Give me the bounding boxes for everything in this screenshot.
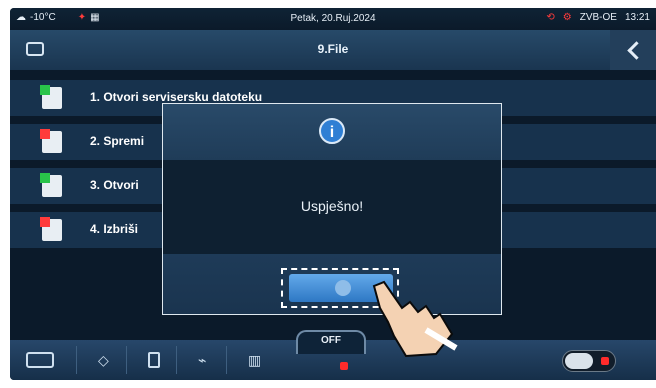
back-button[interactable] — [610, 30, 656, 70]
title-bar: 9.File — [10, 30, 656, 70]
divider — [226, 346, 227, 374]
dialog-message-area: Uspješno! — [163, 160, 501, 254]
device-screen: ☁ -10°C ✦ ▦ Petak, 20.Ruj.2024 ⟲ ⚙ ZVB-O… — [10, 8, 656, 380]
dialog-header: i — [163, 104, 501, 160]
menu-item-label: 3. Otvori — [90, 178, 139, 192]
menu-item-label: 4. Izbriši — [90, 222, 139, 236]
stop-indicator — [340, 362, 348, 370]
dialog-message: Uspješno! — [300, 198, 364, 214]
device-icon: ⚙ — [562, 12, 572, 23]
home-icon[interactable] — [26, 352, 54, 368]
file-delete-red-icon — [40, 217, 62, 241]
menu-item-label: 2. Spremi — [90, 134, 145, 148]
toggle-knob — [565, 353, 593, 369]
status-time: 13:21 — [624, 12, 650, 23]
bottom-toolbar: ◇ ⌁ ▥ OFF — [10, 330, 656, 380]
divider — [176, 346, 177, 374]
file-open-green-icon — [40, 85, 62, 109]
status-right: ⟲ ⚙ ZVB-OE 13:21 — [546, 12, 650, 23]
info-icon: i — [319, 118, 345, 144]
file-open-green-icon — [40, 173, 62, 197]
divider — [126, 346, 127, 374]
radiator-icon[interactable]: ▥ — [248, 352, 266, 368]
pointer-hand-icon — [372, 280, 458, 358]
mode-label: OFF — [321, 335, 341, 346]
file-save-red-icon — [40, 129, 62, 153]
mode-status-tab[interactable]: OFF — [296, 330, 366, 354]
menu-item-label: 1. Otvori servisersku datoteku — [90, 90, 263, 104]
power-toggle[interactable] — [562, 350, 616, 372]
pump-icon: ⟲ — [546, 12, 555, 23]
page-title: 9.File — [317, 42, 349, 56]
power-off-indicator — [601, 357, 609, 365]
checkmark-icon — [335, 280, 351, 296]
divider — [76, 346, 77, 374]
flame-outline-icon[interactable]: ◇ — [98, 352, 116, 368]
tap-icon[interactable]: ⌁ — [198, 352, 216, 368]
tank-icon[interactable] — [148, 352, 160, 368]
device-name: ZVB-OE — [579, 12, 617, 23]
status-bar: ☁ -10°C ✦ ▦ Petak, 20.Ruj.2024 ⟲ ⚙ ZVB-O… — [10, 8, 656, 30]
